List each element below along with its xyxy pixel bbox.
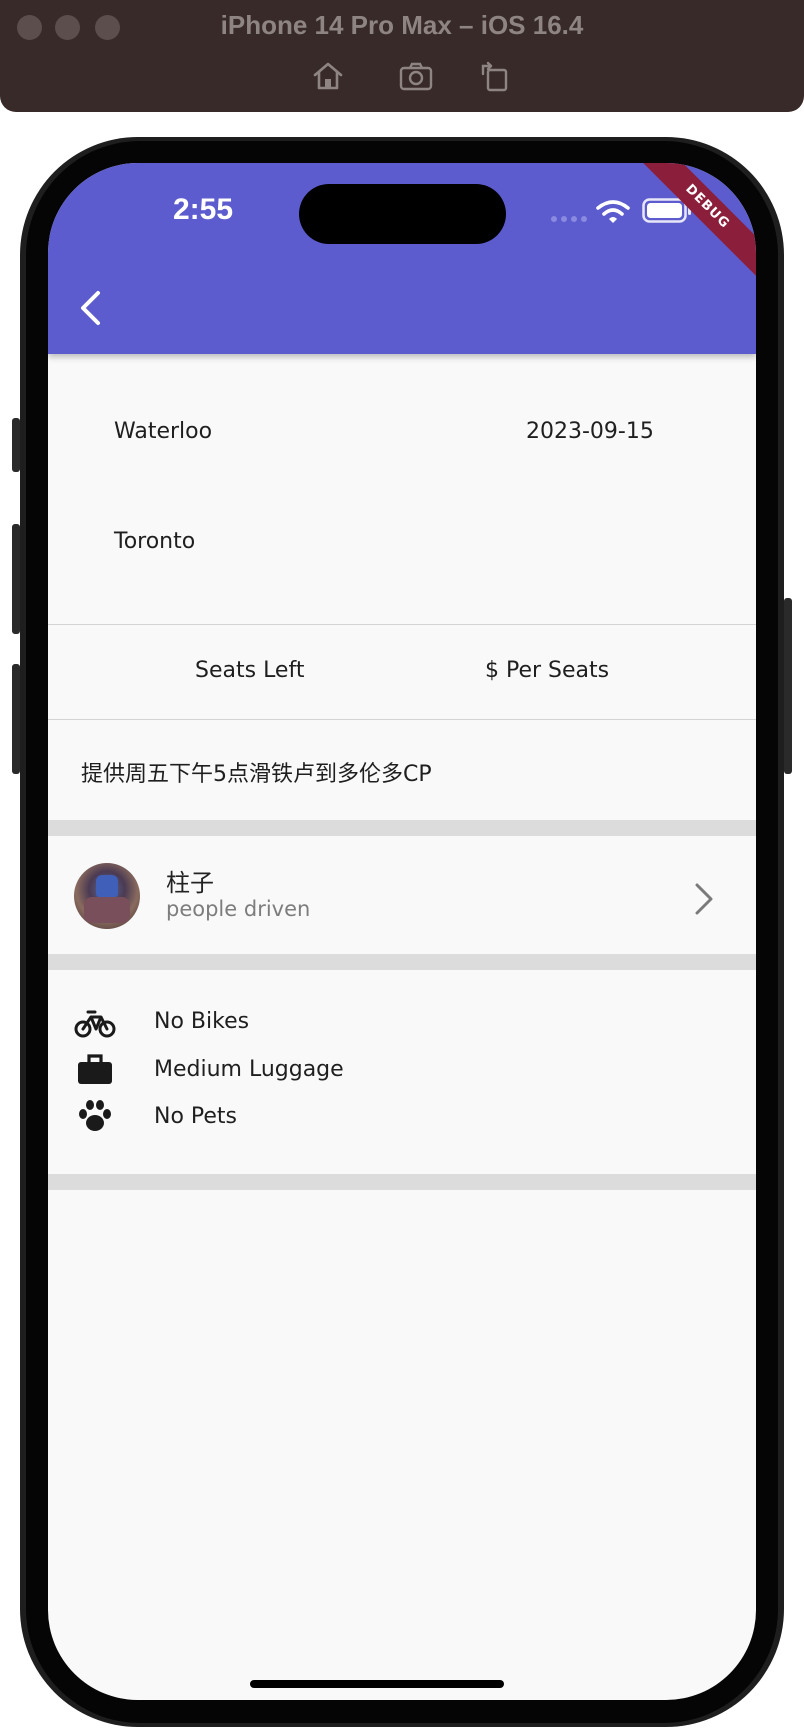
section-divider [48, 1174, 756, 1190]
origin-city: Waterloo [114, 419, 213, 444]
home-indicator[interactable] [250, 1680, 504, 1688]
paw-icon [79, 1100, 111, 1131]
destination-city: Toronto [114, 529, 196, 554]
section-divider [48, 954, 756, 970]
power-button [784, 598, 792, 774]
divider [48, 719, 756, 720]
volume-down-button [12, 664, 20, 774]
app-bar: 2:55 DEBUG [48, 163, 756, 354]
bike-icon [74, 1010, 116, 1038]
action-button [12, 418, 20, 472]
luggage-icon [78, 1054, 112, 1084]
driver-avatar [74, 863, 140, 929]
seats-left-label: Seats Left [195, 658, 305, 683]
home-icon[interactable] [310, 58, 346, 94]
driver-subtitle: people driven [166, 897, 311, 921]
feature-pets: No Pets [154, 1104, 238, 1129]
dynamic-island [299, 184, 506, 244]
chevron-right-icon[interactable] [688, 879, 718, 919]
volume-up-button [12, 524, 20, 634]
feature-bikes: No Bikes [154, 1009, 250, 1034]
phone-screen: 2:55 DEBUG Waterloo 2023-09-15 Toronto S… [48, 163, 756, 1700]
price-per-seat-label: $ Per Seats [485, 658, 610, 683]
section-divider [48, 820, 756, 836]
status-time: 2:55 [172, 193, 234, 226]
simulator-title-bar: iPhone 14 Pro Max – iOS 16.4 [0, 0, 804, 112]
driver-name: 柱子 [166, 869, 214, 897]
signal-icon [551, 216, 587, 222]
trip-date: 2023-09-15 [526, 419, 654, 444]
driver-row[interactable] [48, 836, 756, 954]
screenshot-icon[interactable] [398, 58, 434, 94]
window-title: iPhone 14 Pro Max – iOS 16.4 [220, 10, 584, 40]
feature-luggage: Medium Luggage [154, 1057, 344, 1082]
divider [48, 624, 756, 625]
trip-description: 提供周五下午5点滑铁卢到多伦多CP [81, 762, 432, 787]
wifi-icon [596, 200, 630, 223]
back-button[interactable] [68, 283, 112, 333]
rotate-icon[interactable] [477, 58, 513, 94]
